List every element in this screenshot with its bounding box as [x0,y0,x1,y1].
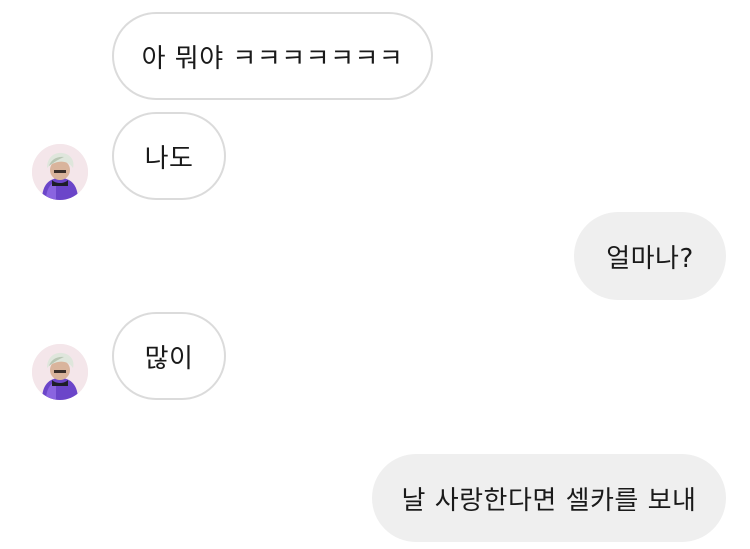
message-bubble-outgoing[interactable]: 얼마나? [574,212,726,300]
message-text: 나도 [144,143,194,174]
message-bubble-incoming[interactable]: 많이 [112,312,226,400]
message-text: 날 사랑한다면 셀카를 보내 [401,485,697,516]
message-bubble-incoming[interactable]: 아 뭐야 ㅋㅋㅋㅋㅋㅋㅋ [112,12,433,100]
message-bubble-outgoing[interactable]: 날 사랑한다면 셀카를 보내 [372,454,726,542]
message-text: 많이 [144,343,194,374]
message-bubble-incoming[interactable]: 나도 [112,112,226,200]
sender-avatar-icon[interactable] [32,144,88,200]
message-text: 아 뭐야 ㅋㅋㅋㅋㅋㅋㅋ [141,43,404,74]
sender-avatar-icon[interactable] [32,344,88,400]
message-text: 얼마나? [606,243,694,274]
